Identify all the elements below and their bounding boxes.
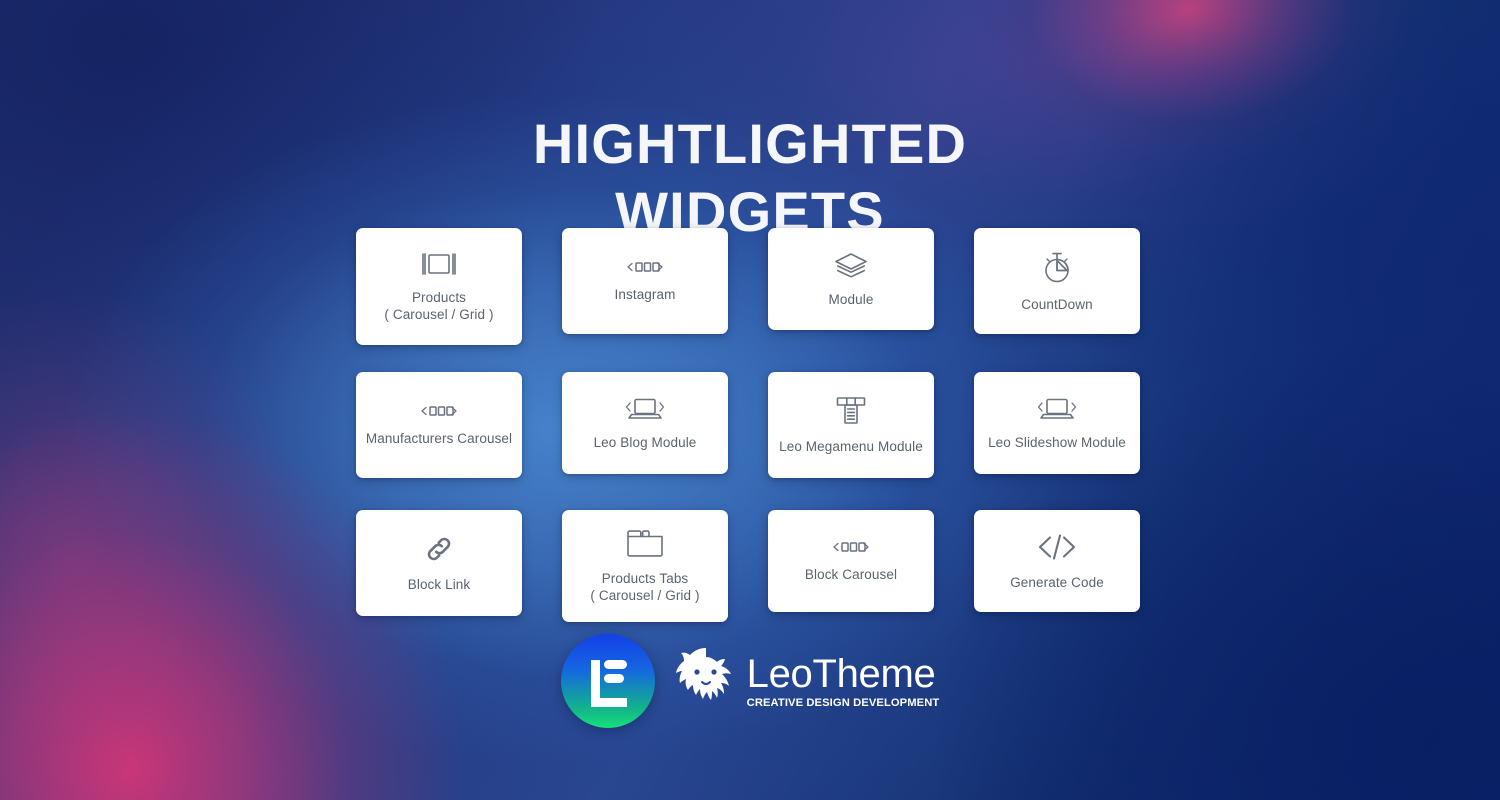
widget-card[interactable]: Leo Slideshow Module <box>974 372 1140 474</box>
widget-card[interactable]: Module <box>768 228 934 330</box>
layers-icon <box>834 251 868 279</box>
widget-row-2: Manufacturers Carousel Leo Blog Module Leo… <box>356 372 1146 490</box>
code-brackets-icon <box>1037 532 1077 562</box>
widget-card[interactable]: Leo Blog Module <box>562 372 728 474</box>
widget-card[interactable]: Manufacturers Carousel <box>356 372 522 478</box>
widget-card[interactable]: Products Tabs ( Carousel / Grid ) <box>562 510 728 622</box>
widget-card[interactable]: Products ( Carousel / Grid ) <box>356 228 522 345</box>
widget-card[interactable]: Generate Code <box>974 510 1140 612</box>
link-icon <box>424 534 454 564</box>
widget-card[interactable]: Instagram <box>562 228 728 334</box>
widget-card-label: Block Link <box>407 576 471 592</box>
promo-banner: HIGHTLIGHTED WIDGETS Products ( Carousel… <box>0 0 1500 800</box>
brand-name: LeoTheme <box>746 652 936 696</box>
widget-card-label: Leo Blog Module <box>593 434 697 450</box>
leotheme-badge-logo <box>560 634 655 728</box>
widget-card[interactable]: Block Carousel <box>768 510 934 612</box>
megamenu-icon <box>836 396 866 426</box>
widget-card-label: Generate Code <box>1010 574 1104 590</box>
widget-card-label: Block Carousel <box>804 566 898 582</box>
carousel-dots-icon <box>417 404 461 418</box>
widget-card-label: Products Tabs ( Carousel / Grid ) <box>590 571 700 603</box>
widget-card[interactable]: Block Link <box>356 510 522 616</box>
brand-footer: LeoTheme CREATIVE DESIGN DEVELOPMENT <box>0 634 1500 728</box>
widget-card-label: Module <box>828 291 874 307</box>
widget-card-label: Leo Megamenu Module <box>779 438 923 454</box>
widget-card[interactable]: CountDown <box>974 228 1140 334</box>
carousel-dots-icon <box>829 540 873 554</box>
page-title: HIGHTLIGHTED WIDGETS <box>0 110 1500 246</box>
widget-card-label: Instagram <box>614 286 676 302</box>
le-monogram-icon <box>590 660 627 707</box>
widget-card[interactable]: Leo Megamenu Module <box>768 372 934 478</box>
widget-row-3: Block Link Products Tabs ( Carousel / Gri… <box>356 510 1146 628</box>
widget-card-label: CountDown <box>1021 296 1093 312</box>
lion-head-icon <box>675 648 731 700</box>
carousel-dots-icon <box>623 260 667 274</box>
brand-tagline: CREATIVE DESIGN DEVELOPMENT <box>746 697 940 709</box>
widget-grid: Products ( Carousel / Grid ) Instagram Mod… <box>356 228 1146 628</box>
page-title-line-1: HIGHTLIGHTED <box>532 111 968 175</box>
slideshow-icon <box>624 396 666 422</box>
widget-card-label: Products ( Carousel / Grid ) <box>384 289 494 322</box>
stopwatch-icon <box>1041 250 1073 284</box>
leotheme-wordmark: LeoTheme CREATIVE DESIGN DEVELOPMENT <box>673 644 940 718</box>
slideshow-icon <box>1036 396 1078 422</box>
widget-row-1: Products ( Carousel / Grid ) Instagram Mod… <box>356 228 1146 346</box>
widget-card-label: Leo Slideshow Module <box>988 434 1126 450</box>
tabs-folder-icon <box>626 528 664 558</box>
widget-card-label: Manufacturers Carousel <box>365 430 513 446</box>
products-carousel-icon <box>417 251 461 277</box>
